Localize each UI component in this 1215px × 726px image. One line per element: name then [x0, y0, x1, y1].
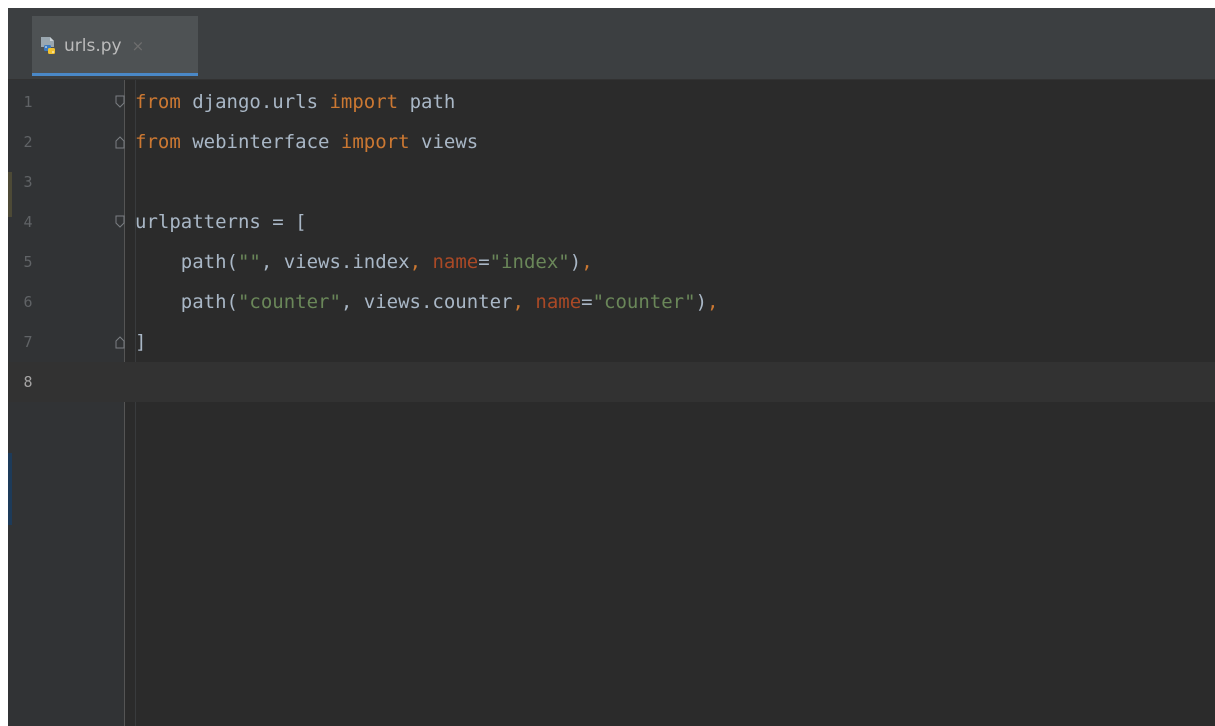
- line-number: 1: [23, 93, 33, 111]
- code-token: "counter": [237, 291, 341, 313]
- line-number: 2: [23, 133, 33, 151]
- code-token: webinterface: [180, 131, 341, 153]
- code-text: path("counter", views.counter, name="cou…: [135, 282, 719, 322]
- close-icon[interactable]: ×: [132, 37, 145, 55]
- code-line-7[interactable]: 7]: [8, 322, 1215, 362]
- ide-window: urls.py × 1 from django.urls import path 2…: [8, 8, 1215, 726]
- code-text: from webinterface import views: [135, 122, 478, 162]
- code-token: ,: [512, 291, 536, 313]
- code-token: import: [340, 131, 410, 153]
- fold-icon[interactable]: [115, 135, 125, 149]
- code-token: "index": [489, 251, 570, 273]
- code-token: path(: [135, 251, 238, 273]
- editor-tab-bar: urls.py ×: [8, 8, 1215, 80]
- tab-urls-py[interactable]: urls.py ×: [32, 16, 198, 76]
- code-token: , views.counter: [340, 291, 513, 313]
- code-token: ,: [581, 251, 593, 273]
- code-line-3[interactable]: 3: [8, 162, 1215, 202]
- line-number: 6: [23, 293, 33, 311]
- code-text: path("", views.index, name="index"),: [135, 242, 593, 282]
- fold-icon[interactable]: [115, 215, 125, 229]
- code-line-4[interactable]: 4 urlpatterns = [: [8, 202, 1215, 242]
- code-line-2[interactable]: 2 from webinterface import views: [8, 122, 1215, 162]
- code-text: ]: [135, 322, 146, 362]
- code-token: name: [432, 251, 479, 273]
- code-text: urlpatterns = [: [135, 202, 307, 242]
- code-token: ]: [135, 331, 147, 353]
- line-number: 3: [23, 173, 33, 191]
- code-token: urlpatterns = [: [135, 211, 307, 233]
- code-token: ): [569, 251, 582, 273]
- line-number: 8: [23, 373, 33, 391]
- code-token: =: [581, 291, 593, 313]
- code-token: path(: [135, 291, 238, 313]
- code-token: ,: [707, 291, 719, 313]
- line-number: 4: [23, 213, 33, 231]
- code-token: from: [135, 91, 181, 113]
- line-number: 7: [23, 333, 33, 351]
- code-token: name: [535, 291, 582, 313]
- tab-label: urls.py: [64, 36, 122, 56]
- code-text: from django.urls import path: [135, 82, 455, 122]
- code-editor[interactable]: 1 from django.urls import path 2 from webin…: [8, 80, 1215, 726]
- vcs-marker: [8, 453, 12, 525]
- code-token: =: [478, 251, 490, 273]
- code-token: path: [398, 91, 456, 113]
- active-tab-indicator: [32, 73, 198, 76]
- code-token: , views.index: [260, 251, 410, 273]
- python-file-icon: [38, 36, 58, 56]
- line-number: 5: [23, 253, 33, 271]
- code-token: django.urls: [180, 91, 330, 113]
- code-token: "": [237, 251, 261, 273]
- code-line-8[interactable]: 8: [8, 362, 1215, 402]
- code-token: views: [409, 131, 479, 153]
- code-token: from: [135, 131, 181, 153]
- code-token: ): [695, 291, 708, 313]
- fold-icon[interactable]: [115, 95, 125, 109]
- code-line-5[interactable]: 5 path("", views.index, name="index"),: [8, 242, 1215, 282]
- fold-icon[interactable]: [115, 335, 125, 349]
- code-line-1[interactable]: 1 from django.urls import path: [8, 82, 1215, 122]
- code-token: ,: [409, 251, 433, 273]
- code-token: import: [329, 91, 399, 113]
- code-line-6[interactable]: 6 path("counter", views.counter, name="c…: [8, 282, 1215, 322]
- code-token: "counter": [592, 291, 696, 313]
